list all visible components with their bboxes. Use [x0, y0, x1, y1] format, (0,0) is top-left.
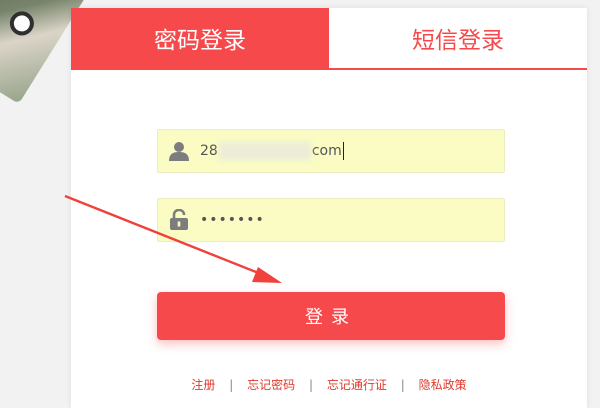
privacy-policy-link[interactable]: 隐私政策 — [419, 378, 467, 392]
link-separator: | — [229, 378, 234, 392]
text-caret — [342, 142, 344, 160]
username-redacted — [218, 142, 311, 160]
forgot-pass-token-link[interactable]: 忘记通行证 — [327, 378, 387, 392]
password-field[interactable]: ••••••• — [157, 198, 505, 242]
username-field[interactable]: 28 com — [157, 129, 505, 173]
login-button[interactable]: 登录 — [157, 292, 505, 340]
username-prefix: 28 — [200, 143, 218, 159]
camera-lens-graphic — [5, 6, 39, 40]
login-card: 密码登录 短信登录 28 com ••••••• 登录 注册 | 忘记密码 | … — [71, 8, 587, 408]
username-value: 28 com — [200, 142, 344, 160]
username-suffix: com — [311, 143, 342, 159]
register-link[interactable]: 注册 — [191, 378, 215, 392]
password-value: ••••••• — [200, 212, 265, 228]
lock-icon — [160, 198, 198, 242]
login-tabs: 密码登录 短信登录 — [71, 8, 587, 70]
forgot-password-link[interactable]: 忘记密码 — [247, 378, 295, 392]
link-separator: | — [400, 378, 405, 392]
tab-sms-login[interactable]: 短信登录 — [329, 8, 587, 68]
user-icon — [160, 129, 198, 173]
footer-links: 注册 | 忘记密码 | 忘记通行证 | 隐私政策 — [71, 376, 587, 393]
tab-password-login[interactable]: 密码登录 — [71, 8, 329, 68]
link-separator: | — [308, 378, 314, 392]
